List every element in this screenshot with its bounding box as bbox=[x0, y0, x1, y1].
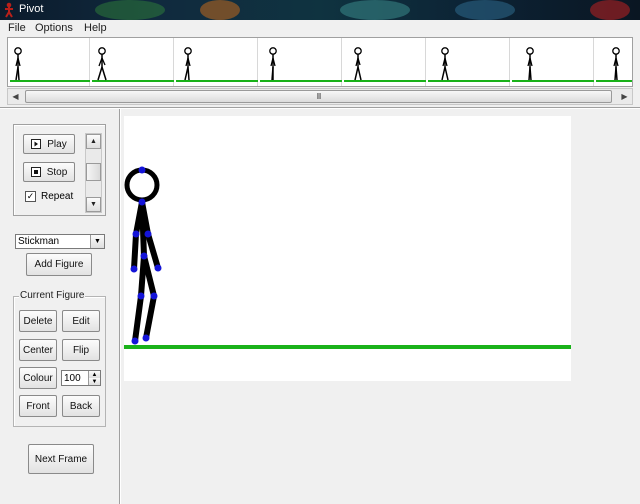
frame-thumbnail bbox=[176, 47, 258, 82]
frames-scrollbar[interactable]: ◀ III ▶ bbox=[7, 88, 633, 105]
colour-value: 100 bbox=[64, 372, 81, 384]
menu-bar: File Options Help bbox=[0, 20, 640, 37]
window-title: Pivot bbox=[19, 3, 44, 15]
next-frame-button[interactable]: Next Frame bbox=[28, 444, 94, 474]
center-button[interactable]: Center bbox=[19, 339, 57, 361]
stickman-forearm bbox=[145, 231, 161, 271]
joint-handle[interactable] bbox=[130, 265, 138, 273]
play-label: Play bbox=[47, 138, 67, 150]
chevron-up-icon[interactable]: ▲ bbox=[88, 371, 100, 378]
add-figure-button[interactable]: Add Figure bbox=[26, 253, 92, 276]
current-figure-legend: Current Figure bbox=[19, 290, 86, 301]
menu-help[interactable]: Help bbox=[84, 22, 107, 34]
animation-frame[interactable] bbox=[260, 38, 342, 86]
frame-thumbnail bbox=[10, 47, 90, 82]
chevron-up-icon[interactable]: ▲ bbox=[86, 134, 101, 149]
scrollbar-thumb[interactable]: III bbox=[25, 90, 612, 103]
animation-frame[interactable] bbox=[92, 38, 174, 86]
front-button[interactable]: Front bbox=[19, 395, 57, 417]
animation-frame[interactable] bbox=[428, 38, 510, 86]
joint-handle[interactable] bbox=[140, 252, 148, 260]
playback-panel: Play Stop ✓ Repeat ▲ ▼ bbox=[13, 124, 106, 216]
back-button[interactable]: Back bbox=[62, 395, 100, 417]
colour-spinner[interactable]: 100 ▲ ▼ bbox=[61, 370, 101, 386]
background-blob bbox=[95, 0, 165, 20]
frame-thumbnail bbox=[260, 47, 342, 82]
animation-frames-strip bbox=[7, 37, 633, 87]
animation-canvas[interactable] bbox=[124, 116, 571, 381]
speed-scrollbar[interactable]: ▲ ▼ bbox=[85, 133, 102, 213]
menu-options[interactable]: Options bbox=[35, 22, 73, 34]
frame-thumbnail bbox=[428, 47, 510, 82]
joint-handle[interactable] bbox=[137, 292, 145, 300]
play-icon bbox=[31, 139, 42, 149]
figure-type-value: Stickman bbox=[18, 236, 60, 247]
animation-frame[interactable] bbox=[512, 38, 594, 86]
animation-frame[interactable] bbox=[8, 38, 90, 86]
chevron-down-icon[interactable]: ▼ bbox=[86, 197, 101, 212]
stickman-head bbox=[124, 167, 160, 203]
vertical-divider bbox=[119, 109, 121, 504]
stop-icon bbox=[30, 167, 41, 177]
frame-thumbnail bbox=[92, 47, 174, 82]
repeat-checkbox[interactable]: ✓ bbox=[25, 191, 36, 202]
repeat-checkbox-row[interactable]: ✓ Repeat bbox=[25, 191, 73, 202]
stop-label: Stop bbox=[46, 166, 68, 178]
animation-frame[interactable] bbox=[596, 38, 632, 86]
delete-button[interactable]: Delete bbox=[19, 310, 57, 332]
frame-thumbnail bbox=[344, 47, 426, 82]
edit-button[interactable]: Edit bbox=[62, 310, 100, 332]
joint-handle[interactable] bbox=[150, 292, 158, 300]
joint-handle[interactable] bbox=[138, 166, 146, 174]
joint-handle[interactable] bbox=[154, 264, 162, 272]
stickman-forearm bbox=[131, 231, 139, 272]
joint-handle[interactable] bbox=[131, 337, 139, 345]
background-blob bbox=[200, 0, 240, 20]
stickman-shin bbox=[143, 293, 157, 341]
animation-frame[interactable] bbox=[176, 38, 258, 86]
frame-thumbnail bbox=[596, 47, 632, 82]
figure-type-select[interactable]: Stickman ▼ bbox=[15, 234, 105, 249]
flip-button[interactable]: Flip bbox=[62, 339, 100, 361]
chevron-left-icon[interactable]: ◀ bbox=[8, 89, 23, 104]
repeat-label: Repeat bbox=[41, 191, 74, 202]
background-blob bbox=[590, 0, 630, 20]
menu-file[interactable]: File bbox=[8, 22, 26, 34]
stickman-shin bbox=[132, 293, 144, 344]
animation-frame[interactable] bbox=[344, 38, 426, 86]
colour-button[interactable]: Colour bbox=[19, 367, 57, 389]
stage-svg bbox=[124, 166, 571, 349]
background-blob bbox=[340, 0, 410, 20]
joint-handle[interactable] bbox=[138, 198, 146, 206]
current-figure-group: Current Figure Delete Edit Center Flip C… bbox=[13, 290, 106, 427]
joint-handle[interactable] bbox=[144, 230, 152, 238]
background-blob bbox=[455, 0, 515, 20]
stickman-app-icon bbox=[5, 2, 13, 18]
speed-scrollbar-thumb[interactable] bbox=[86, 163, 101, 181]
frame-thumbnail bbox=[512, 47, 594, 82]
chevron-down-icon[interactable]: ▼ bbox=[88, 378, 100, 385]
joint-handle[interactable] bbox=[132, 230, 140, 238]
scrollbar-grip: III bbox=[316, 92, 322, 101]
chevron-right-icon[interactable]: ▶ bbox=[617, 89, 632, 104]
title-bar: Pivot bbox=[0, 0, 640, 20]
horizontal-divider bbox=[0, 107, 640, 109]
joint-handle[interactable] bbox=[142, 334, 150, 342]
stop-button[interactable]: Stop bbox=[23, 162, 75, 182]
chevron-down-icon[interactable]: ▼ bbox=[90, 235, 104, 248]
play-button[interactable]: Play bbox=[23, 134, 75, 154]
